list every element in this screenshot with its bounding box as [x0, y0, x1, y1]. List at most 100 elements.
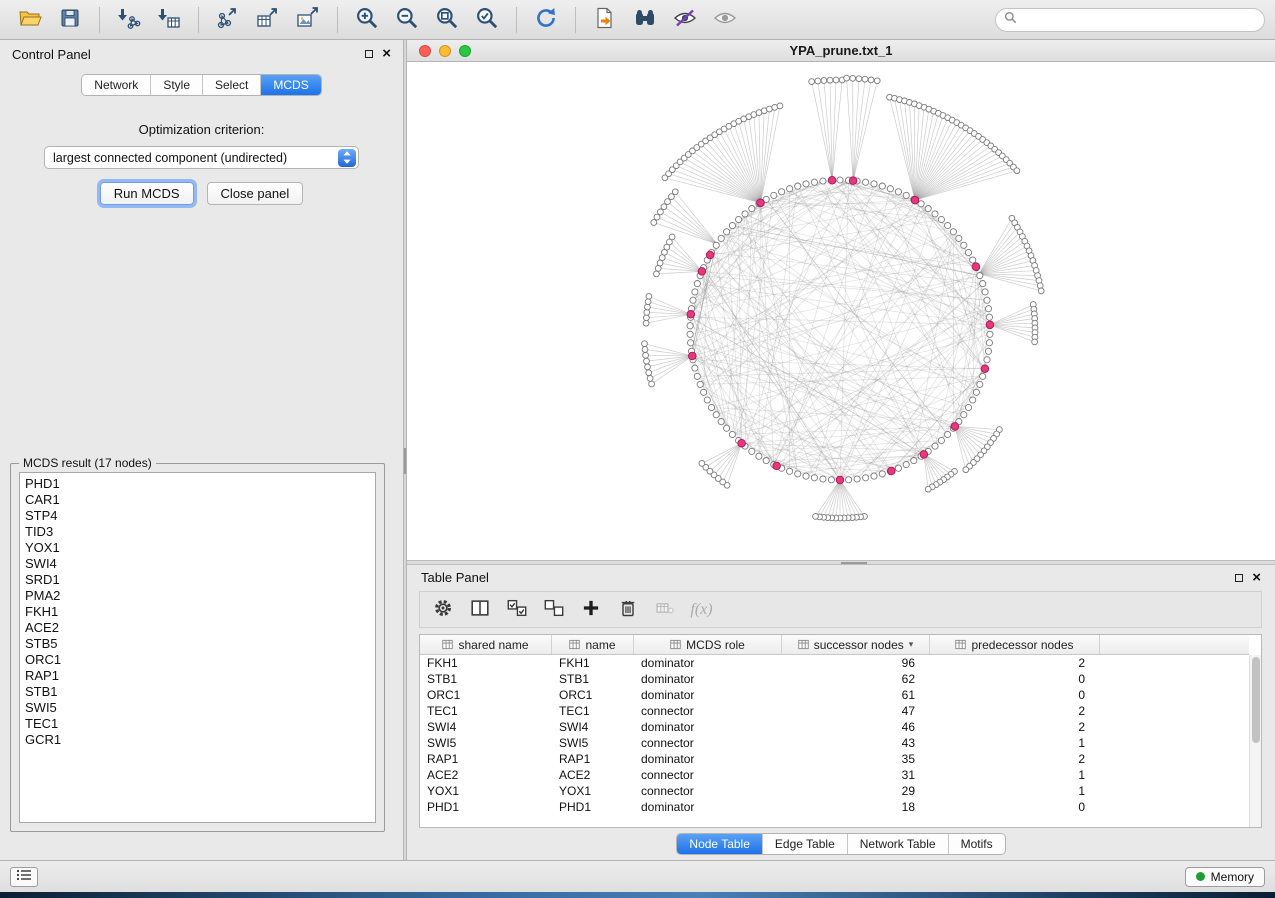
- window-maximize-icon[interactable]: [459, 45, 471, 57]
- tab-select[interactable]: Select: [203, 75, 261, 95]
- network-canvas[interactable]: [407, 62, 1275, 560]
- tab-mcds[interactable]: MCDS: [261, 75, 320, 95]
- function-builder-button[interactable]: f(x): [683, 595, 720, 625]
- table-row[interactable]: TEC1 TEC1 connector 47 2: [420, 703, 1249, 719]
- cell-mcds-role: dominator: [634, 655, 782, 671]
- mcds-result-item[interactable]: SWI4: [25, 556, 370, 572]
- hide-glasses-button[interactable]: [665, 4, 705, 36]
- tab-node-table[interactable]: Node Table: [677, 834, 763, 854]
- zoom-out-button[interactable]: [387, 4, 427, 36]
- column-header-mcds-role[interactable]: MCDS role: [634, 635, 782, 654]
- mcds-result-item[interactable]: SRD1: [25, 572, 370, 588]
- table-row[interactable]: ORC1 ORC1 dominator 61 0: [420, 687, 1249, 703]
- mcds-result-item[interactable]: GCR1: [25, 732, 370, 748]
- export-network-icon: [216, 6, 240, 33]
- close-panel-button[interactable]: Close panel: [207, 182, 304, 205]
- mcds-result-item[interactable]: RAP1: [25, 668, 370, 684]
- save-session-button[interactable]: [50, 4, 90, 36]
- import-network-button[interactable]: [109, 4, 149, 36]
- table-row[interactable]: STB1 STB1 dominator 62 0: [420, 671, 1249, 687]
- create-column-button[interactable]: [572, 595, 609, 625]
- zoom-in-button[interactable]: [347, 4, 387, 36]
- export-network-button[interactable]: [208, 4, 248, 36]
- zoom-fit-button[interactable]: [427, 4, 467, 36]
- sort-dropdown-icon[interactable]: ▾: [909, 639, 914, 650]
- window-close-icon[interactable]: [419, 45, 431, 57]
- table-scrollbar[interactable]: [1249, 655, 1261, 827]
- mcds-result-item[interactable]: TEC1: [25, 716, 370, 732]
- export-image-button[interactable]: [288, 4, 328, 36]
- clone-network-button[interactable]: [585, 4, 625, 36]
- cell-filler: [1100, 703, 1249, 719]
- show-eye-button[interactable]: [705, 4, 745, 36]
- column-header-name[interactable]: name: [552, 635, 634, 654]
- mcds-result-item[interactable]: CAR1: [25, 492, 370, 508]
- zoom-selected-button[interactable]: [467, 4, 507, 36]
- horizontal-splitter[interactable]: [407, 560, 1275, 565]
- close-panel-icon[interactable]: ×: [1252, 573, 1261, 583]
- status-bar: Memory: [0, 860, 1275, 892]
- mcds-result-item[interactable]: FKH1: [25, 604, 370, 620]
- toolbar-separator: [575, 7, 576, 33]
- memory-button[interactable]: Memory: [1185, 867, 1265, 887]
- column-header-predecessor-nodes[interactable]: predecessor nodes: [930, 635, 1100, 654]
- run-mcds-button[interactable]: Run MCDS: [100, 182, 194, 205]
- import-table-button[interactable]: [149, 4, 189, 36]
- mcds-result-item[interactable]: SWI5: [25, 700, 370, 716]
- node-table: shared name name MCDS role successo: [419, 634, 1262, 828]
- splitter-grip[interactable]: [841, 562, 867, 564]
- tab-style[interactable]: Style: [151, 75, 203, 95]
- table-panel-header: Table Panel ×: [407, 565, 1275, 590]
- tab-motifs[interactable]: Motifs: [949, 834, 1005, 854]
- toggle-panel-button[interactable]: [10, 867, 38, 887]
- show-columns-button[interactable]: [461, 595, 498, 625]
- table-row[interactable]: SWI5 SWI5 connector 43 1: [420, 735, 1249, 751]
- mcds-result-item[interactable]: STB5: [25, 636, 370, 652]
- table-row[interactable]: PHD1 PHD1 dominator 18 0: [420, 799, 1249, 815]
- tab-network-table[interactable]: Network Table: [848, 834, 949, 854]
- delete-column-button[interactable]: [609, 595, 646, 625]
- criterion-dropdown[interactable]: largest connected component (undirected): [44, 146, 359, 169]
- tab-edge-table[interactable]: Edge Table: [763, 834, 848, 854]
- cell-successor-nodes: 35: [782, 751, 930, 767]
- table-row[interactable]: RAP1 RAP1 dominator 35 2: [420, 751, 1249, 767]
- mcds-result-title: MCDS result (17 nodes): [19, 456, 156, 470]
- mcds-result-item[interactable]: PHD1: [25, 476, 370, 492]
- float-panel-icon[interactable]: [365, 50, 373, 58]
- export-table-button[interactable]: [248, 4, 288, 36]
- cell-mcds-role: dominator: [634, 687, 782, 703]
- table-delete-icon: [653, 598, 677, 621]
- mcds-result-item[interactable]: YOX1: [25, 540, 370, 556]
- network-region: YPA_prune.txt_1 Table Panel ×: [407, 40, 1275, 860]
- select-all-button[interactable]: [498, 595, 535, 625]
- close-panel-icon[interactable]: ×: [382, 49, 391, 59]
- table-settings-button[interactable]: [424, 595, 461, 625]
- cell-mcds-role: connector: [634, 703, 782, 719]
- checkboxes-checked-icon: [506, 597, 528, 622]
- open-session-button[interactable]: [10, 4, 50, 36]
- document-share-icon: [593, 6, 617, 33]
- table-row[interactable]: YOX1 YOX1 connector 29 1: [420, 783, 1249, 799]
- window-minimize-icon[interactable]: [439, 45, 451, 57]
- mcds-result-item[interactable]: ORC1: [25, 652, 370, 668]
- float-panel-icon[interactable]: [1235, 574, 1243, 582]
- mcds-result-item[interactable]: STP4: [25, 508, 370, 524]
- column-header-successor-nodes[interactable]: successor nodes ▾: [782, 635, 930, 654]
- table-row[interactable]: SWI4 SWI4 dominator 46 2: [420, 719, 1249, 735]
- deselect-all-button[interactable]: [535, 595, 572, 625]
- table-row[interactable]: FKH1 FKH1 dominator 96 2: [420, 655, 1249, 671]
- delete-table-button[interactable]: [646, 595, 683, 625]
- refresh-view-button[interactable]: [526, 4, 566, 36]
- mcds-result-item[interactable]: ACE2: [25, 620, 370, 636]
- mcds-result-item[interactable]: STB1: [25, 684, 370, 700]
- search-network-button[interactable]: [625, 4, 665, 36]
- scrollbar-thumb[interactable]: [1252, 657, 1260, 743]
- search-input[interactable]: [1022, 13, 1256, 27]
- app-window: Control Panel × Network Style Select MCD…: [0, 0, 1275, 892]
- column-header-shared-name[interactable]: shared name: [420, 635, 552, 654]
- table-row[interactable]: ACE2 ACE2 connector 31 1: [420, 767, 1249, 783]
- splitter-grip[interactable]: [404, 448, 406, 474]
- mcds-result-item[interactable]: PMA2: [25, 588, 370, 604]
- mcds-result-item[interactable]: TID3: [25, 524, 370, 540]
- tab-network[interactable]: Network: [82, 75, 151, 95]
